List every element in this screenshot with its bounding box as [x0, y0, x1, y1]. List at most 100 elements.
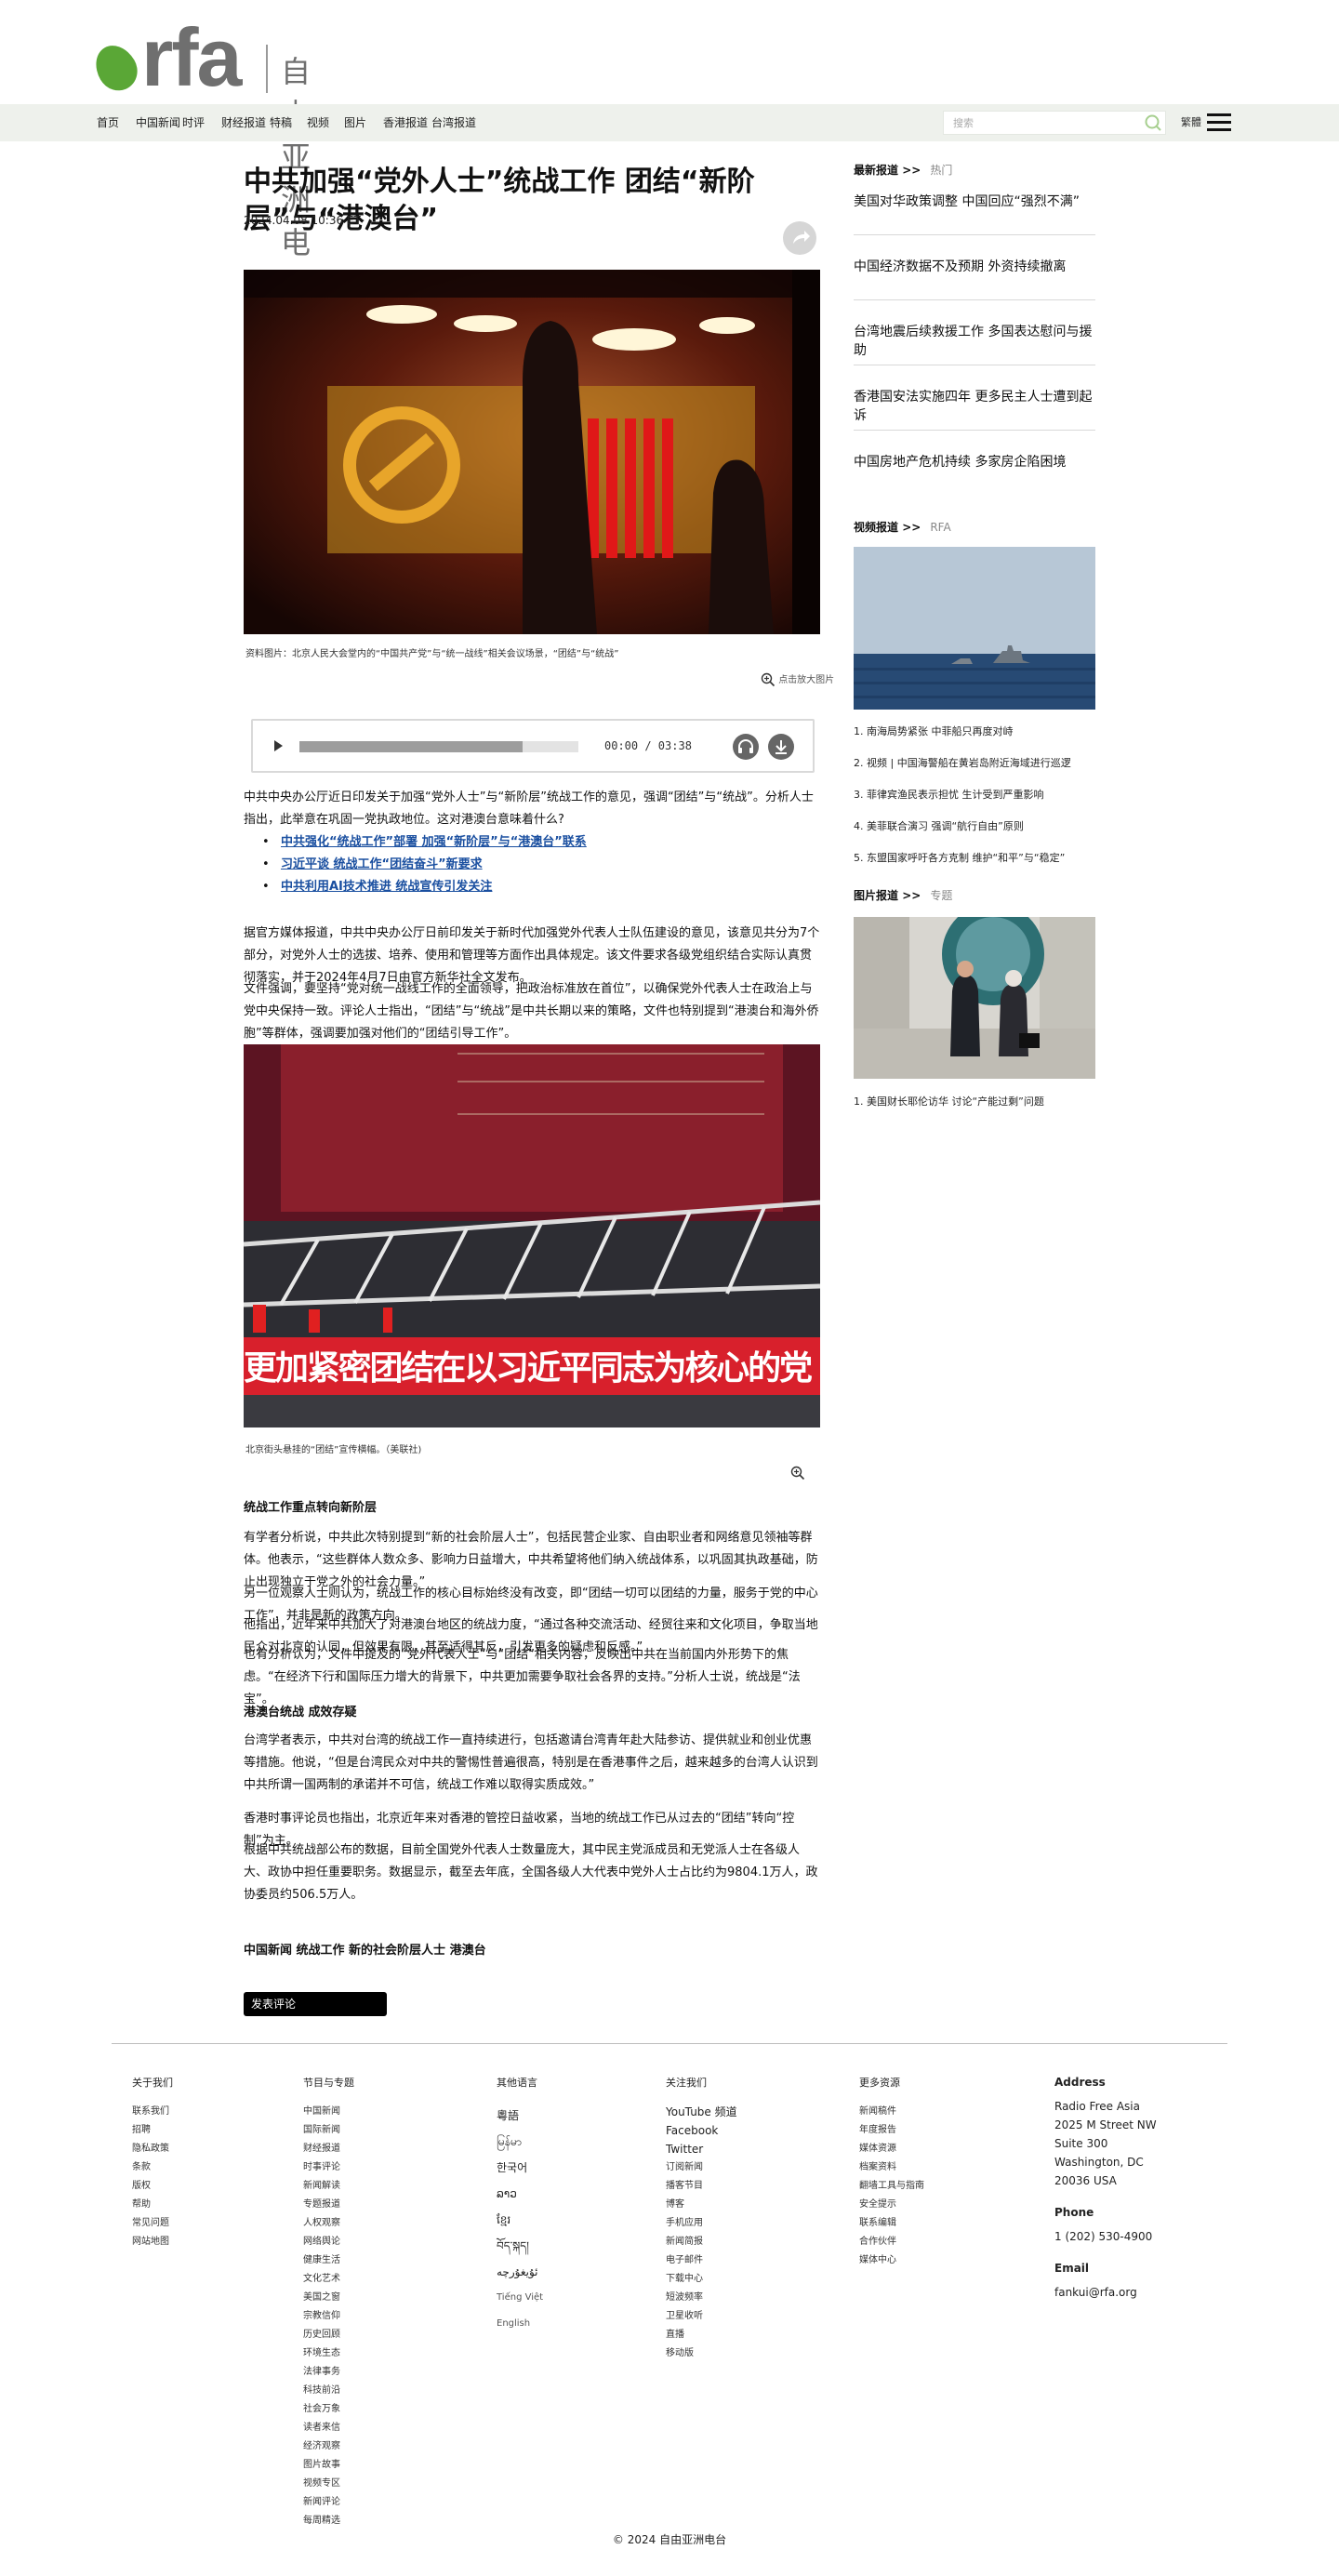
- footer-link[interactable]: 版权: [132, 2177, 173, 2196]
- footer-link[interactable]: 移动版: [666, 2344, 737, 2363]
- footer-link[interactable]: 手机应用: [666, 2214, 737, 2233]
- download-icon[interactable]: [768, 734, 794, 760]
- footer-link[interactable]: 社会万象: [303, 2400, 354, 2419]
- social-link-youtube[interactable]: YouTube 频道: [666, 2103, 737, 2121]
- footer-link[interactable]: 健康生活: [303, 2251, 354, 2270]
- language-link[interactable]: 粵語: [497, 2103, 543, 2129]
- footer-link[interactable]: 视频专区: [303, 2475, 354, 2493]
- footer-link[interactable]: 新闻解读: [303, 2177, 354, 2196]
- play-icon[interactable]: [272, 739, 285, 752]
- sidebar-video-thumbnail[interactable]: [854, 547, 1095, 710]
- footer-link[interactable]: 美国之窗: [303, 2289, 354, 2307]
- hamburger-menu-icon[interactable]: [1207, 113, 1231, 132]
- footer-link[interactable]: 科技前沿: [303, 2382, 354, 2400]
- language-link[interactable]: 한국어: [497, 2155, 543, 2181]
- footer-link[interactable]: 卫星收听: [666, 2307, 737, 2326]
- footer-link[interactable]: 安全提示: [859, 2196, 924, 2214]
- footer-link[interactable]: 历史回顾: [303, 2326, 354, 2344]
- footer-link[interactable]: 帮助: [132, 2196, 173, 2214]
- sidebar-link[interactable]: 美国对华政策调整 中国回应“强烈不满”: [854, 192, 1095, 210]
- footer-link[interactable]: 每周精选: [303, 2512, 354, 2530]
- related-link[interactable]: 习近平谈 统战工作“团结奋斗”新要求: [281, 857, 483, 871]
- footer-link[interactable]: 经济观察: [303, 2437, 354, 2456]
- footer-link[interactable]: 新闻稿件: [859, 2103, 924, 2121]
- footer-link[interactable]: 隐私政策: [132, 2140, 173, 2158]
- language-link[interactable]: ខ្មែរ: [497, 2207, 543, 2233]
- sidebar-link[interactable]: 台湾地震后续救援工作 多国表达慰问与援助: [854, 322, 1095, 359]
- footer-link[interactable]: 宗教信仰: [303, 2307, 354, 2326]
- sidebar-list-item[interactable]: 3. 菲律宾渔民表示担忧 生计受到严重影响: [854, 787, 1044, 802]
- footer-link[interactable]: 中国新闻: [303, 2103, 354, 2121]
- footer-link[interactable]: 媒体资源: [859, 2140, 924, 2158]
- related-link[interactable]: 中共强化“统战工作”部署 加强“新阶层”与“港澳台”联系: [281, 835, 587, 849]
- nav-item-features[interactable]: 特稿: [270, 104, 292, 141]
- footer-link[interactable]: 法律事务: [303, 2363, 354, 2382]
- hero-zoom-button[interactable]: 点击放大图片: [761, 671, 834, 687]
- sidebar-list-item[interactable]: 1. 美国财长耶伦访华 讨论“产能过剩”问题: [854, 1094, 1044, 1109]
- footer-link[interactable]: 新闻简报: [666, 2233, 737, 2251]
- footer-link[interactable]: 专题报道: [303, 2196, 354, 2214]
- nav-item-video[interactable]: 视频: [307, 104, 329, 141]
- sidebar-link[interactable]: 中国经济数据不及预期 外资持续撤离: [854, 257, 1095, 275]
- zoom-in-icon[interactable]: [790, 1466, 805, 1481]
- section-subtitle[interactable]: 专题: [930, 889, 952, 902]
- email-link[interactable]: fankui@rfa.org: [1054, 2283, 1157, 2302]
- footer-link[interactable]: 环境生态: [303, 2344, 354, 2363]
- footer-link[interactable]: 翻墙工具与指南: [859, 2177, 924, 2196]
- section-subtitle[interactable]: 热门: [930, 164, 952, 177]
- footer-link[interactable]: 国际新闻: [303, 2121, 354, 2140]
- language-switch[interactable]: 繁體: [1181, 104, 1201, 141]
- footer-link[interactable]: 网络舆论: [303, 2233, 354, 2251]
- footer-link[interactable]: 下载中心: [666, 2270, 737, 2289]
- footer-link[interactable]: 人权观察: [303, 2214, 354, 2233]
- footer-link[interactable]: 招聘: [132, 2121, 173, 2140]
- article-tags[interactable]: 中国新闻 统战工作 新的社会阶层人士 港澳台: [244, 1940, 486, 1958]
- language-link[interactable]: ລາວ: [497, 2181, 543, 2207]
- footer-link[interactable]: 播客节目: [666, 2177, 737, 2196]
- nav-item-china-news[interactable]: 中国新闻: [136, 104, 180, 141]
- social-link-facebook[interactable]: Facebook: [666, 2121, 737, 2140]
- footer-link[interactable]: 文化艺术: [303, 2270, 354, 2289]
- sidebar-link[interactable]: 香港国安法实施四年 更多民主人士遭到起诉: [854, 387, 1095, 424]
- social-link-twitter[interactable]: Twitter: [666, 2140, 737, 2158]
- footer-link[interactable]: 博客: [666, 2196, 737, 2214]
- nav-item-commentary[interactable]: 时评: [182, 104, 205, 141]
- share-icon[interactable]: [783, 221, 816, 255]
- footer-link[interactable]: 联系我们: [132, 2103, 173, 2121]
- sidebar-list-item[interactable]: 2. 视频 | 中国海警船在黄岩岛附近海域进行巡逻: [854, 755, 1071, 770]
- sidebar-link[interactable]: 中国房地产危机持续 多家房企陷困境: [854, 452, 1095, 471]
- footer-link[interactable]: 合作伙伴: [859, 2233, 924, 2251]
- footer-link[interactable]: 订阅新闻: [666, 2158, 737, 2177]
- footer-link[interactable]: 联系编辑: [859, 2214, 924, 2233]
- language-link[interactable]: Tiếng Việt: [497, 2285, 543, 2311]
- footer-link[interactable]: 时事评论: [303, 2158, 354, 2177]
- nav-item-home[interactable]: 首页: [97, 104, 119, 141]
- section-subtitle[interactable]: RFA: [930, 521, 950, 534]
- footer-link[interactable]: 短波频率: [666, 2289, 737, 2307]
- footer-link[interactable]: 电子邮件: [666, 2251, 737, 2270]
- footer-link[interactable]: 直播: [666, 2326, 737, 2344]
- phone-number[interactable]: 1 (202) 530-4900: [1054, 2227, 1157, 2246]
- language-link[interactable]: English: [497, 2311, 543, 2337]
- headphones-icon[interactable]: [733, 734, 759, 760]
- audio-progress-track[interactable]: [299, 741, 578, 752]
- search-icon[interactable]: [1144, 113, 1162, 132]
- comment-button[interactable]: 发表评论: [244, 1992, 387, 2016]
- footer-link[interactable]: 读者来信: [303, 2419, 354, 2437]
- sidebar-list-item[interactable]: 1. 南海局势紧张 中菲船只再度对峙: [854, 724, 1014, 738]
- footer-link[interactable]: 年度报告: [859, 2121, 924, 2140]
- language-link[interactable]: བོད་སྐད།: [497, 2233, 543, 2259]
- footer-link[interactable]: 档案资料: [859, 2158, 924, 2177]
- sidebar-list-item[interactable]: 4. 美菲联合演习 强调“航行自由”原则: [854, 818, 1024, 833]
- footer-link[interactable]: 条款: [132, 2158, 173, 2177]
- search-input[interactable]: 搜索: [943, 111, 1166, 135]
- footer-link[interactable]: 图片故事: [303, 2456, 354, 2475]
- footer-link[interactable]: 媒体中心: [859, 2251, 924, 2270]
- sidebar-list-item[interactable]: 5. 东盟国家呼吁各方克制 维护“和平”与“稳定”: [854, 850, 1065, 865]
- footer-link[interactable]: 财经报道: [303, 2140, 354, 2158]
- footer-link[interactable]: 常见问题: [132, 2214, 173, 2233]
- footer-link[interactable]: 网站地图: [132, 2233, 173, 2251]
- footer-link[interactable]: 新闻评论: [303, 2493, 354, 2512]
- related-link[interactable]: 中共利用AI技术推进 统战宣传引发关注: [281, 880, 492, 894]
- nav-item-photos[interactable]: 图片: [344, 104, 366, 141]
